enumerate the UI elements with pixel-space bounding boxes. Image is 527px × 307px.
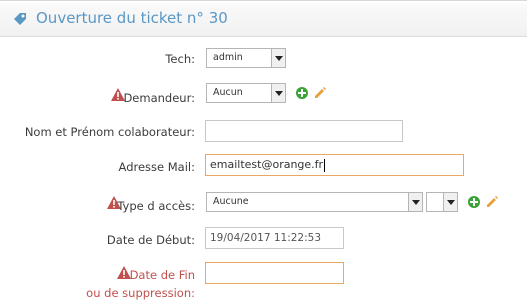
demandeur-label: Demandeur: xyxy=(123,91,195,105)
demandeur-select-value: Aucun xyxy=(213,87,243,98)
date-fin-label-sub: ou de suppression: xyxy=(86,286,195,300)
top-border xyxy=(0,0,527,1)
nom-label: Nom et Prénom colaborateur: xyxy=(24,125,195,139)
date-debut-field[interactable]: 19/04/2017 11:22:53 xyxy=(205,227,344,249)
type-acces-label: Type d accès: xyxy=(117,199,195,213)
mail-label: Adresse Mail: xyxy=(118,160,195,174)
tech-select[interactable]: admin xyxy=(206,48,286,68)
email-field-value: emailtest@orange.fr xyxy=(210,158,324,171)
chevron-down-icon xyxy=(443,193,457,211)
type-acces-select[interactable]: Aucune xyxy=(206,192,423,212)
date-fin-label: Date de Fin xyxy=(129,268,195,282)
chevron-down-icon xyxy=(271,84,285,102)
tag-icon xyxy=(14,13,26,25)
edit-demandeur-icon[interactable] xyxy=(313,86,327,100)
chevron-down-icon xyxy=(271,49,285,67)
email-field[interactable]: emailtest@orange.fr xyxy=(205,154,464,176)
demandeur-select[interactable]: Aucun xyxy=(206,83,286,103)
text-caret xyxy=(324,158,326,172)
nom-field[interactable] xyxy=(205,120,403,142)
edit-type-acces-icon[interactable] xyxy=(485,195,499,209)
tech-select-value: admin xyxy=(213,52,243,63)
add-demandeur-icon[interactable] xyxy=(296,87,308,99)
date-fin-field[interactable] xyxy=(205,262,344,284)
add-type-acces-icon[interactable] xyxy=(468,196,480,208)
type-acces-select-value: Aucune xyxy=(213,196,249,207)
chevron-down-icon xyxy=(408,193,422,211)
tech-label: Tech: xyxy=(165,52,195,66)
date-debut-label: Date de Début: xyxy=(106,233,195,247)
type-acces-secondary-select[interactable] xyxy=(426,192,458,212)
panel-header: Ouverture du ticket n° 30 xyxy=(0,3,527,37)
page-title: Ouverture du ticket n° 30 xyxy=(36,9,228,27)
